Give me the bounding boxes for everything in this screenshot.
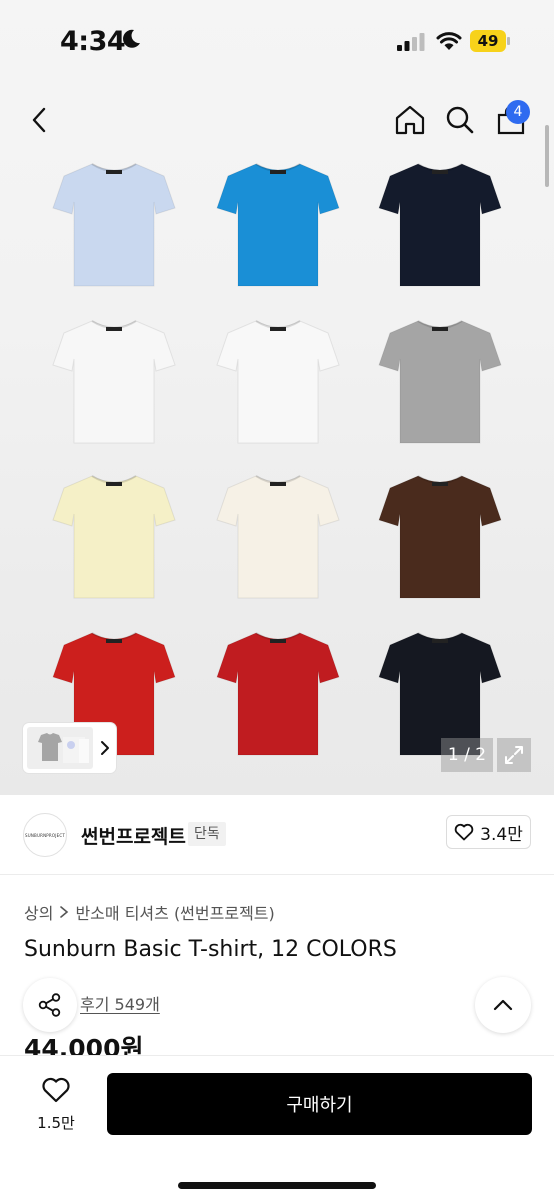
label-tag bbox=[106, 170, 122, 174]
status-bar: 4:34 49 bbox=[0, 0, 554, 84]
scrollbar[interactable] bbox=[545, 125, 549, 187]
review-link[interactable]: 후기 549개 bbox=[80, 991, 160, 1015]
label-tag bbox=[270, 327, 286, 331]
tshirt-image bbox=[52, 320, 176, 444]
tshirt-image bbox=[216, 163, 340, 287]
tshirt-image bbox=[378, 163, 502, 287]
label-tag bbox=[106, 482, 122, 486]
tshirt-image bbox=[216, 632, 340, 756]
expand-icon bbox=[505, 746, 523, 764]
share-icon bbox=[38, 993, 61, 1017]
tshirt-image bbox=[378, 320, 502, 444]
search-button[interactable] bbox=[438, 98, 482, 142]
back-button[interactable] bbox=[18, 98, 62, 142]
label-tag bbox=[106, 639, 122, 643]
home-icon bbox=[395, 105, 425, 135]
search-icon bbox=[446, 106, 474, 134]
label-tag bbox=[270, 482, 286, 486]
exclusive-badge: 단독 bbox=[188, 822, 226, 846]
breadcrumb: 상의 반소매 티셔츠 (썬번프로젝트) bbox=[24, 900, 275, 924]
brand-name[interactable]: 썬번프로젝트 bbox=[81, 822, 186, 849]
cart-count-badge: 4 bbox=[506, 100, 530, 124]
product-title: Sunburn Basic T-shirt, 12 COLORS bbox=[24, 937, 397, 962]
thumbnail-image[interactable] bbox=[27, 727, 93, 769]
chevron-right-icon bbox=[101, 741, 109, 755]
expand-button[interactable] bbox=[497, 738, 531, 772]
label-tag bbox=[432, 639, 448, 643]
wishlist-button[interactable]: 1.5만 bbox=[26, 1076, 86, 1138]
brand-like-count: 3.4만 bbox=[480, 824, 523, 845]
moon-icon bbox=[123, 29, 140, 48]
signal-icon bbox=[397, 33, 425, 51]
wifi-icon bbox=[436, 32, 462, 50]
label-tag bbox=[106, 327, 122, 331]
buy-button[interactable]: 구매하기 bbox=[107, 1073, 532, 1135]
label-tag bbox=[432, 482, 448, 486]
heart-icon bbox=[42, 1077, 70, 1103]
label-tag bbox=[270, 170, 286, 174]
brand-like-button[interactable]: 3.4만 bbox=[446, 815, 531, 849]
wishlist-count: 1.5만 bbox=[37, 1114, 75, 1132]
label-tag bbox=[270, 639, 286, 643]
breadcrumb-category[interactable]: 상의 bbox=[24, 900, 53, 924]
tshirt-image bbox=[52, 475, 176, 599]
chevron-right-icon bbox=[60, 906, 69, 918]
thumbnail-strip[interactable] bbox=[23, 723, 116, 773]
scroll-top-button[interactable] bbox=[475, 977, 531, 1033]
back-icon bbox=[32, 107, 46, 133]
gallery-pager: 1 / 2 bbox=[441, 738, 493, 772]
tshirt-image bbox=[216, 475, 340, 599]
brand-logo[interactable]: SUNBURNPROJECT bbox=[23, 813, 67, 857]
battery-level: 49 bbox=[470, 30, 506, 52]
tshirt-image bbox=[378, 475, 502, 599]
label-tag bbox=[432, 170, 448, 174]
tshirt-image bbox=[52, 163, 176, 287]
home-indicator bbox=[178, 1182, 376, 1189]
status-time: 4:34 bbox=[60, 26, 126, 57]
battery-indicator: 49 bbox=[470, 30, 510, 52]
brand-row: SUNBURNPROJECT 썬번프로젝트 단독 3.4만 bbox=[0, 795, 554, 875]
home-button[interactable] bbox=[388, 98, 432, 142]
heart-icon bbox=[454, 823, 474, 841]
share-button[interactable] bbox=[23, 978, 77, 1032]
tshirt-image bbox=[216, 320, 340, 444]
chevron-up-icon bbox=[493, 999, 513, 1011]
breadcrumb-subcategory[interactable]: 반소매 티셔츠 (썬번프로젝트) bbox=[75, 900, 274, 924]
battery-cap bbox=[507, 37, 510, 45]
bottom-action-bar: 1.5만 구매하기 bbox=[0, 1055, 554, 1200]
label-tag bbox=[432, 327, 448, 331]
